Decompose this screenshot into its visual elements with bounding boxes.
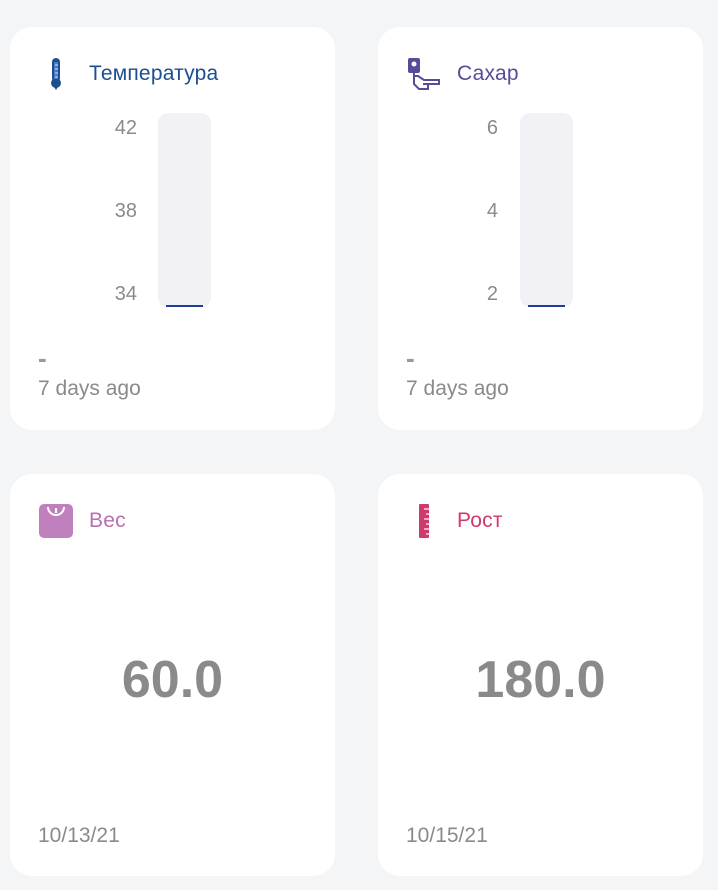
weight-date: 10/13/21: [38, 824, 120, 847]
sugar-title: Сахар: [457, 62, 519, 85]
weight-value: 60.0: [121, 651, 224, 709]
sugar-time: 7 days ago: [406, 377, 509, 400]
tick-label: 4: [486, 200, 498, 222]
height-card[interactable]: Рост 180.0 10/15/21: [378, 474, 703, 876]
height-value: 180.0: [475, 651, 606, 709]
ruler-icon: [406, 503, 442, 539]
sugar-bar-fill: [528, 305, 565, 307]
height-header: Рост: [406, 504, 503, 538]
weight-header: Вес: [38, 504, 126, 538]
tick-label: 2: [486, 283, 498, 305]
sugar-card[interactable]: Сахар 6 4 2 - 7 days ago: [378, 27, 703, 430]
temperature-bar-fill: [166, 305, 203, 307]
temperature-header: Температура: [38, 57, 218, 91]
tick-label: 34: [114, 283, 137, 305]
temperature-card[interactable]: Температура 42 38 34 - 7 days ago: [10, 27, 335, 430]
weight-title: Вес: [89, 509, 126, 532]
tick-label: 38: [114, 200, 137, 222]
temperature-title: Температура: [89, 62, 219, 85]
temperature-time: 7 days ago: [38, 377, 141, 400]
sugar-value: -: [406, 343, 415, 373]
temperature-value: -: [38, 343, 47, 373]
tick-label: 6: [486, 117, 498, 139]
weight-card[interactable]: Вес 60.0 10/13/21: [10, 474, 335, 876]
tick-label: 42: [114, 117, 137, 139]
sugar-header: Сахар: [406, 57, 519, 91]
height-title: Рост: [457, 509, 503, 532]
thermometer-icon: [38, 56, 74, 92]
temperature-bar-track: [158, 113, 211, 307]
height-date: 10/15/21: [406, 824, 488, 847]
scale-icon: [38, 503, 74, 539]
glucose-meter-icon: [406, 56, 442, 92]
sugar-bar-track: [520, 113, 573, 307]
